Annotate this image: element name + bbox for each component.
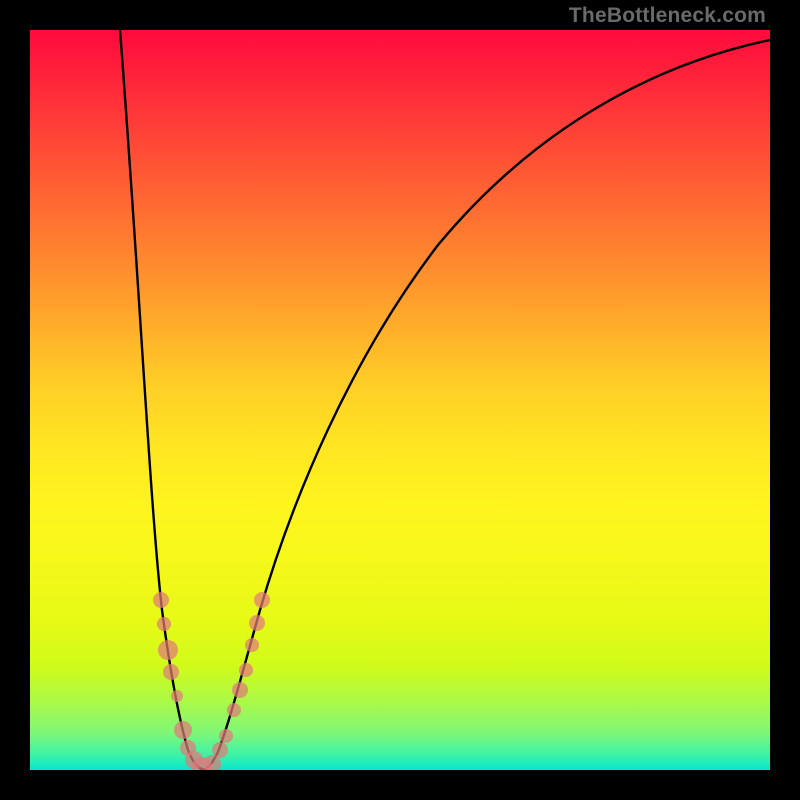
valley-dot bbox=[158, 640, 178, 660]
valley-dot bbox=[239, 663, 253, 677]
valley-dot bbox=[249, 615, 265, 631]
marker-group bbox=[153, 592, 270, 770]
valley-dot bbox=[163, 664, 179, 680]
chart-svg bbox=[30, 30, 770, 770]
valley-dot bbox=[227, 703, 241, 717]
plot-area bbox=[30, 30, 770, 770]
chart-frame: TheBottleneck.com bbox=[0, 0, 800, 800]
curve-left-branch bbox=[120, 30, 204, 770]
valley-dot bbox=[171, 690, 183, 702]
curve-right-branch bbox=[204, 40, 770, 770]
watermark-text: TheBottleneck.com bbox=[569, 4, 766, 28]
valley-dot bbox=[174, 721, 192, 739]
valley-dot bbox=[153, 592, 169, 608]
valley-dot bbox=[245, 638, 259, 652]
valley-dot bbox=[232, 682, 248, 698]
curve-group bbox=[120, 30, 770, 770]
valley-dot bbox=[219, 729, 233, 743]
valley-dot bbox=[254, 592, 270, 608]
valley-dot bbox=[157, 617, 171, 631]
valley-dot bbox=[212, 742, 228, 758]
